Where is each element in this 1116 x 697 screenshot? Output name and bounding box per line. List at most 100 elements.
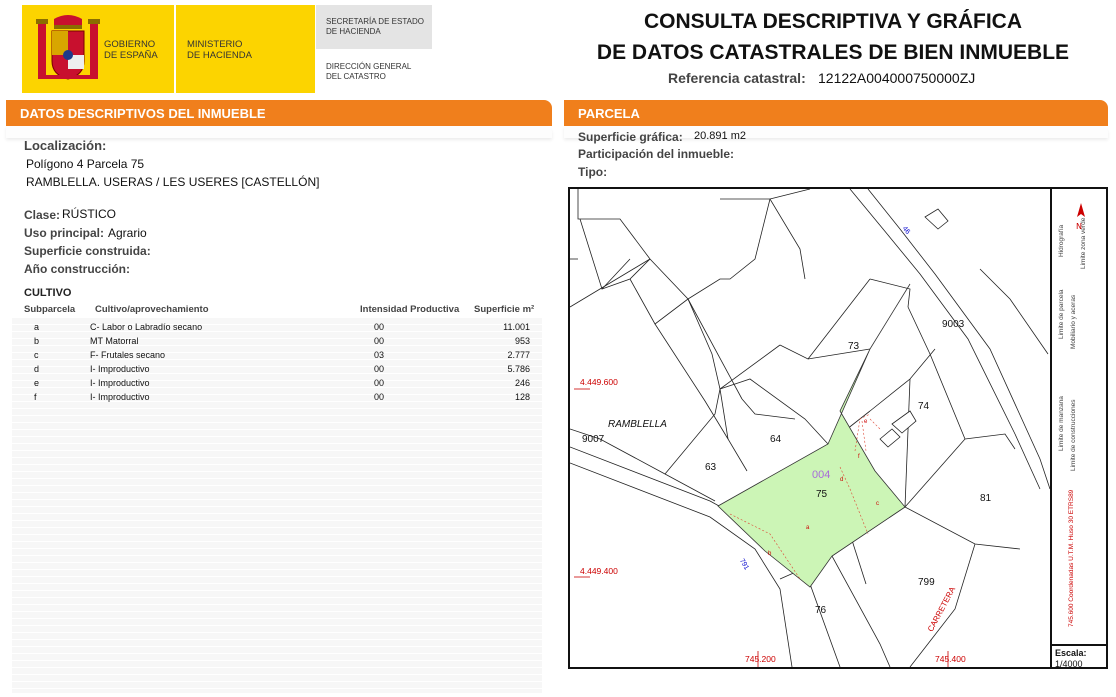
participacion-label: Participación del inmueble: bbox=[578, 147, 735, 161]
parcela-section-title: PARCELA bbox=[578, 106, 640, 121]
legend-zona-verde: Limite zona verde bbox=[1080, 217, 1087, 269]
map-label-73: 73 bbox=[848, 341, 860, 352]
ref-value: 12122A004000750000ZJ bbox=[818, 70, 976, 86]
direccion-line2: DEL CATASTRO bbox=[326, 72, 386, 81]
parcel-75-shape bbox=[717, 348, 906, 588]
datos-section-header: DATOS DESCRIPTIVOS DEL INMUEBLE bbox=[6, 100, 552, 126]
logo-divider bbox=[174, 5, 176, 93]
gov-line1: GOBIERNO bbox=[104, 39, 156, 50]
map-label-75: 75 bbox=[816, 489, 828, 500]
table-row: f I- Improductivo 00 128 bbox=[0, 392, 560, 406]
cell-sub: b bbox=[34, 336, 40, 346]
map-label-799: 799 bbox=[918, 577, 935, 588]
table-row: a C- Labor o Labradío secano 00 11.001 bbox=[0, 322, 560, 336]
th-subparcela: Subparcela bbox=[24, 304, 76, 315]
map-sub-e: e bbox=[864, 419, 868, 425]
map-paraje-label: RAMBLELLA bbox=[608, 419, 667, 430]
min-line2: DE HACIENDA bbox=[187, 50, 252, 61]
sup-grafica-label: Superficie gráfica: bbox=[578, 130, 683, 144]
cell-intensidad: 00 bbox=[374, 364, 385, 374]
cell-cultivo: I- Improductivo bbox=[90, 392, 150, 402]
th-intensidad: Intensidad Productiva bbox=[360, 304, 460, 315]
cadastral-map[interactable]: 73 74 64 63 75 81 799 76 9003 9007 004 R… bbox=[568, 187, 1108, 669]
map-poligono-label: 004 bbox=[812, 469, 831, 481]
map-coord-x2: 745.400 bbox=[935, 654, 966, 664]
legend-coordenadas: 745.600 Coordenadas U.T.M. Huso 30 ETRS8… bbox=[1068, 489, 1075, 627]
map-sub-f: f bbox=[858, 454, 860, 460]
cell-intensidad: 00 bbox=[374, 392, 385, 402]
gov-line2: DE ESPAÑA bbox=[104, 50, 158, 61]
gobierno-text: GOBIERNO DE ESPAÑA bbox=[104, 39, 176, 61]
cell-cultivo: C- Labor o Labradío secano bbox=[90, 322, 203, 332]
cell-cultivo: I- Improductivo bbox=[90, 364, 150, 374]
map-label-9003: 9003 bbox=[942, 319, 965, 330]
legend-limite-parcela: Limite de parcela bbox=[1058, 289, 1065, 340]
title-line2: DE DATOS CATASTRALES DE BIEN INMUEBLE bbox=[596, 41, 1070, 64]
referencia-catastral: Referencia catastral: 12122A004000750000… bbox=[668, 70, 975, 86]
uso-value: Agrario bbox=[108, 226, 147, 240]
min-line1: MINISTERIO bbox=[187, 39, 243, 50]
map-sub-b: b bbox=[768, 551, 772, 557]
table-row: b MT Matorral 00 953 bbox=[0, 336, 560, 350]
map-label-64: 64 bbox=[770, 434, 782, 445]
cell-superficie: 246 bbox=[514, 378, 530, 388]
datos-section-title: DATOS DESCRIPTIVOS DEL INMUEBLE bbox=[20, 106, 266, 121]
tipo-label: Tipo: bbox=[578, 165, 608, 179]
ref-label: Referencia catastral: bbox=[668, 70, 806, 86]
map-label-74: 74 bbox=[918, 401, 930, 412]
map-label-81: 81 bbox=[980, 493, 992, 504]
cell-intensidad: 00 bbox=[374, 336, 385, 346]
localizacion-line2: RAMBLELLA. USERAS / LES USERES [CASTELLÓ… bbox=[26, 175, 320, 189]
parcela-section-header: PARCELA bbox=[564, 100, 1108, 126]
direccion-text: DIRECCIÓN GENERAL DEL CATASTRO bbox=[326, 62, 436, 82]
map-coord-y1: 4.449.600 bbox=[580, 377, 618, 387]
clase-value: RÚSTICO bbox=[62, 207, 116, 221]
map-label-76: 76 bbox=[815, 605, 827, 616]
cell-superficie: 128 bbox=[514, 392, 530, 402]
cultivo-title: CULTIVO bbox=[24, 287, 72, 299]
table-row: c F- Frutales secano 03 2.777 bbox=[0, 350, 560, 364]
table-row: e I- Improductivo 00 246 bbox=[0, 378, 560, 392]
cell-sub: d bbox=[34, 364, 40, 374]
legend-hidrografia: Hidrografía bbox=[1058, 224, 1065, 257]
map-sub-d: d bbox=[840, 477, 844, 483]
legend-limite-manzana: Limite de manzana bbox=[1058, 396, 1065, 451]
cell-superficie: 5.786 bbox=[507, 364, 530, 374]
superficie-construida-label: Superficie construida: bbox=[24, 244, 151, 258]
th-superficie: Superficie m² bbox=[474, 304, 535, 315]
datos-section-shadow bbox=[6, 126, 552, 138]
cell-intensidad: 03 bbox=[374, 350, 385, 360]
map-sub-c: c bbox=[876, 501, 879, 507]
localizacion-line1: Polígono 4 Parcela 75 bbox=[26, 157, 145, 171]
cell-sub: e bbox=[34, 378, 40, 388]
cell-sub: f bbox=[34, 392, 37, 402]
secretaria-box: SECRETARÍA DE ESTADO DE HACIENDA bbox=[316, 5, 432, 49]
escala-box: Escala: 1/4000 bbox=[1052, 644, 1106, 667]
table-row: d I- Improductivo 00 5.786 bbox=[0, 364, 560, 378]
uso-label: Uso principal: bbox=[24, 226, 105, 240]
cell-superficie: 2.777 bbox=[507, 350, 530, 360]
secretaria-line2: DE HACIENDA bbox=[326, 27, 381, 36]
cell-sub: a bbox=[34, 322, 40, 332]
map-sub-a: a bbox=[806, 525, 810, 531]
ministerio-text: MINISTERIO DE HACIENDA bbox=[187, 39, 307, 61]
page-title: CONSULTA DESCRIPTIVA Y GRÁFICA DE DATOS … bbox=[590, 6, 1076, 68]
map-coord-x1: 745.200 bbox=[745, 654, 776, 664]
clase-label: Clase: bbox=[24, 208, 61, 222]
map-legend: N Hidrografía Limite zona verde Limite d… bbox=[1050, 189, 1106, 667]
direccion-line1: DIRECCIÓN GENERAL bbox=[326, 62, 412, 71]
cell-superficie: 953 bbox=[514, 336, 530, 346]
th-cultivo: Cultivo/aprovechamiento bbox=[95, 304, 209, 315]
anio-construccion-label: Año construcción: bbox=[24, 262, 131, 276]
sup-grafica-value: 20.891 m2 bbox=[694, 130, 746, 142]
cell-sub: c bbox=[34, 350, 39, 360]
map-label-9007: 9007 bbox=[582, 434, 605, 445]
secretaria-line1: SECRETARÍA DE ESTADO bbox=[326, 17, 424, 26]
escala-label: Escala: bbox=[1055, 648, 1087, 658]
gobierno-logo: GOBIERNO DE ESPAÑA MINISTERIO DE HACIEND… bbox=[22, 5, 315, 93]
cell-cultivo: I- Improductivo bbox=[90, 378, 150, 388]
cell-superficie: 11.001 bbox=[503, 322, 530, 332]
legend-limite-construcciones: Limite de construcciones bbox=[1070, 399, 1077, 471]
map-label-63: 63 bbox=[705, 462, 717, 473]
map-coord-y2: 4.449.400 bbox=[580, 566, 618, 576]
